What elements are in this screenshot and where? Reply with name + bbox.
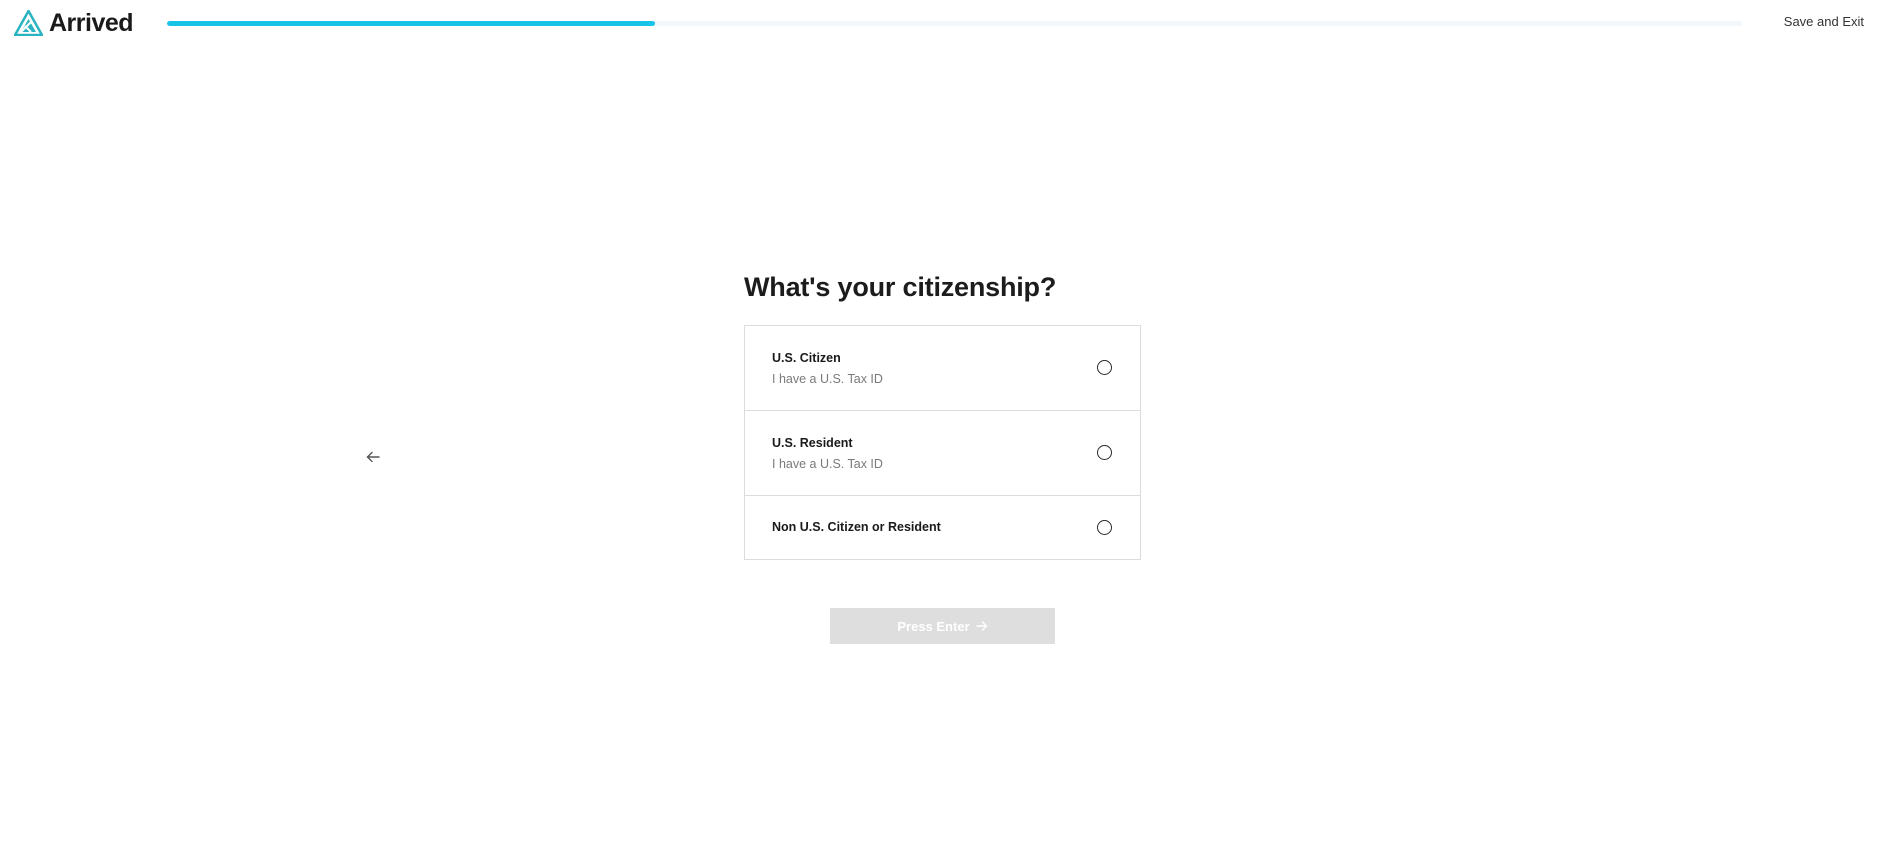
question-title: What's your citizenship? <box>744 272 1057 302</box>
radio-button[interactable] <box>1097 360 1112 375</box>
progress-fill <box>167 21 656 26</box>
back-button[interactable] <box>362 446 384 468</box>
arrow-right-icon <box>975 621 987 631</box>
option-title: U.S. Citizen <box>772 351 841 365</box>
save-and-exit-link[interactable]: Save and Exit <box>1784 14 1864 30</box>
option-non-us[interactable]: Non U.S. Citizen or Resident <box>745 496 1140 559</box>
press-enter-label: Press Enter <box>897 618 970 634</box>
radio-button[interactable] <box>1097 520 1112 535</box>
citizenship-options: U.S. Citizen I have a U.S. Tax ID U.S. R… <box>744 325 1141 560</box>
option-us-resident[interactable]: U.S. Resident I have a U.S. Tax ID <box>745 411 1140 496</box>
logo-text: Arrived <box>49 9 134 37</box>
press-enter-button[interactable]: Press Enter <box>830 608 1055 644</box>
option-title: U.S. Resident <box>772 436 853 450</box>
arrived-logo[interactable]: Arrived <box>14 9 134 37</box>
option-title: Non U.S. Citizen or Resident <box>772 520 941 534</box>
progress-bar <box>167 21 1742 26</box>
arrow-left-icon <box>366 451 380 463</box>
radio-button[interactable] <box>1097 445 1112 460</box>
option-subtitle: I have a U.S. Tax ID <box>772 372 883 386</box>
option-us-citizen[interactable]: U.S. Citizen I have a U.S. Tax ID <box>745 326 1140 411</box>
option-subtitle: I have a U.S. Tax ID <box>772 457 883 471</box>
citizenship-page: Arrived Save and Exit What's your citize… <box>0 0 1879 862</box>
arrived-logo-icon <box>14 10 43 36</box>
